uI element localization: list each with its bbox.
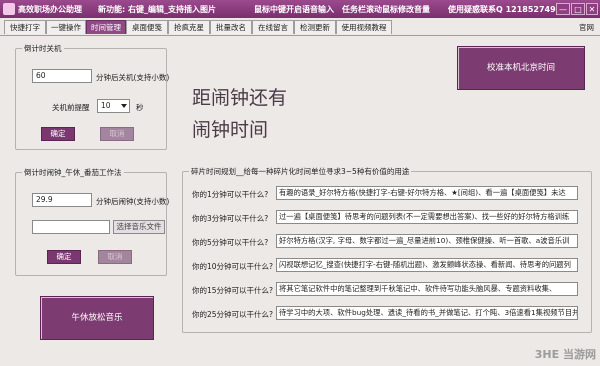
fragment-group-title: 碎片时间规划__给每一种碎片化时间单位寻求3~5种有价值的用途 [189,166,412,177]
remind-seconds-select[interactable]: 10 [97,99,130,113]
new-feature-label: 新功能: [98,5,126,14]
fragment-answer-input[interactable]: 过一遍【桌面便笺】待思考的问题列表(不一定需要想出答案)、找一些好的好尔特方格训… [276,210,578,224]
tab-check-update[interactable]: 检测更新 [294,20,336,34]
sync-beijing-time-button[interactable]: 校准本机北京时间 [457,46,585,90]
alarm-confirm-button[interactable]: 确定 [47,250,81,264]
fragment-question: 你的15分钟可以干什么? [192,286,274,295]
tab-one-click[interactable]: 一键操作 [46,20,86,34]
shutdown-confirm-button[interactable]: 确定 [41,127,75,141]
tab-online-message[interactable]: 在线留言 [252,20,294,34]
fragment-answer-input[interactable]: 好尔特方格(汉字, 字母、数字都过一遍_尽量进前10)、颈椎保健操、听一首歌、a… [276,234,578,248]
alarm-minutes-suffix: 分钟后闹钟(支持小数) [96,197,170,206]
shutdown-minutes-suffix: 分钟后关机(支持小数) [96,73,170,82]
fragment-question: 你的3分钟可以干什么? [192,214,269,223]
fragment-question: 你的5分钟可以干什么? [192,238,269,247]
music-path-input[interactable] [32,220,110,234]
shutdown-minutes-input[interactable]: 60 [32,69,92,83]
hint-middle-click: 鼠标中键开启语音输入 [254,5,334,14]
hint-taskbar-scroll: 任务栏滚动鼠标修改音量 [342,5,430,14]
fragment-question: 你的1分钟可以干什么? [192,190,269,199]
fragment-answer-input[interactable]: 将其它笔记软件中的笔记整理到千秋笔记中、软件待写功能头脑风暴、专题资料收集、 [276,282,578,296]
countdown-line-1: 距闹钟还有 [192,87,288,109]
countdown-line-2: 闹钟时间 [192,119,269,141]
fragment-question: 你的10分钟可以干什么? [192,262,274,271]
alarm-group-title: 倒计时闹钟_午休_番茄工作法 [22,167,124,178]
tab-quick-typing[interactable]: 快捷打字 [4,20,46,34]
tab-video-tutorial[interactable]: 使用视频教程 [336,20,392,34]
tab-time-management[interactable]: 时间管理 [86,20,126,34]
fragment-question: 你的25分钟可以干什么? [192,310,274,319]
shutdown-remind-label: 关机前提醒 [52,103,90,112]
fragment-answer-input[interactable]: 待学习中的大项、软件bug处理、遗读_待看的书_并做笔记、打个盹、3倍速看1集视… [276,306,578,320]
alarm-minutes-input[interactable]: 29.9 [32,193,92,207]
tab-batch-rename[interactable]: 批量改名 [210,20,252,34]
title-bar: 高效职场办公助理 新功能: 右键_编辑_支持插入图片 鼠标中键开启语音输入 任务… [0,0,600,18]
remind-seconds-value: 10 [101,101,111,110]
chevron-down-icon [121,104,127,108]
close-button[interactable]: ✕ [586,3,598,15]
maximize-button[interactable]: □ [571,3,585,15]
site-watermark: 3HE 当游网 [534,348,596,361]
tab-desktop-notes[interactable]: 桌面便笺 [126,20,168,34]
alarm-cancel-button[interactable]: 取消 [98,250,132,264]
minimize-button[interactable]: — [556,3,570,15]
official-site-link[interactable]: 官网 [579,22,594,33]
new-feature-text: 右键_编辑_支持插入图片 [128,5,216,14]
app-icon [3,3,15,15]
app-title: 高效职场办公助理 [18,5,82,14]
choose-music-button[interactable]: 选择音乐文件 [113,220,165,234]
tab-bar: 快捷打字 一键操作 时间管理 桌面便笺 抢疯克星 批量改名 在线留言 检测更新 … [0,19,600,36]
nap-music-button[interactable]: 午休放松音乐 [40,296,154,340]
shutdown-group: 倒计时关机 [15,43,167,150]
shutdown-group-title: 倒计时关机 [22,43,64,54]
shutdown-cancel-button[interactable]: 取消 [100,127,134,141]
hint-contact: 使用疑惑联系Q 121852749 [448,5,556,14]
fragment-answer-input[interactable]: 闪视联想记忆_搜查(快捷打字-右键-随机出题)、激发颤峰状态操、看新闻、待思考的… [276,258,578,272]
fragment-answer-input[interactable]: 有趣的语录_好尔特方格(快捷打字-右键-好尔特方格、★[间组)、看一遍【桌面便笺… [276,186,578,200]
tab-rush-buster[interactable]: 抢疯克星 [168,20,210,34]
remind-unit: 秒 [136,103,144,112]
